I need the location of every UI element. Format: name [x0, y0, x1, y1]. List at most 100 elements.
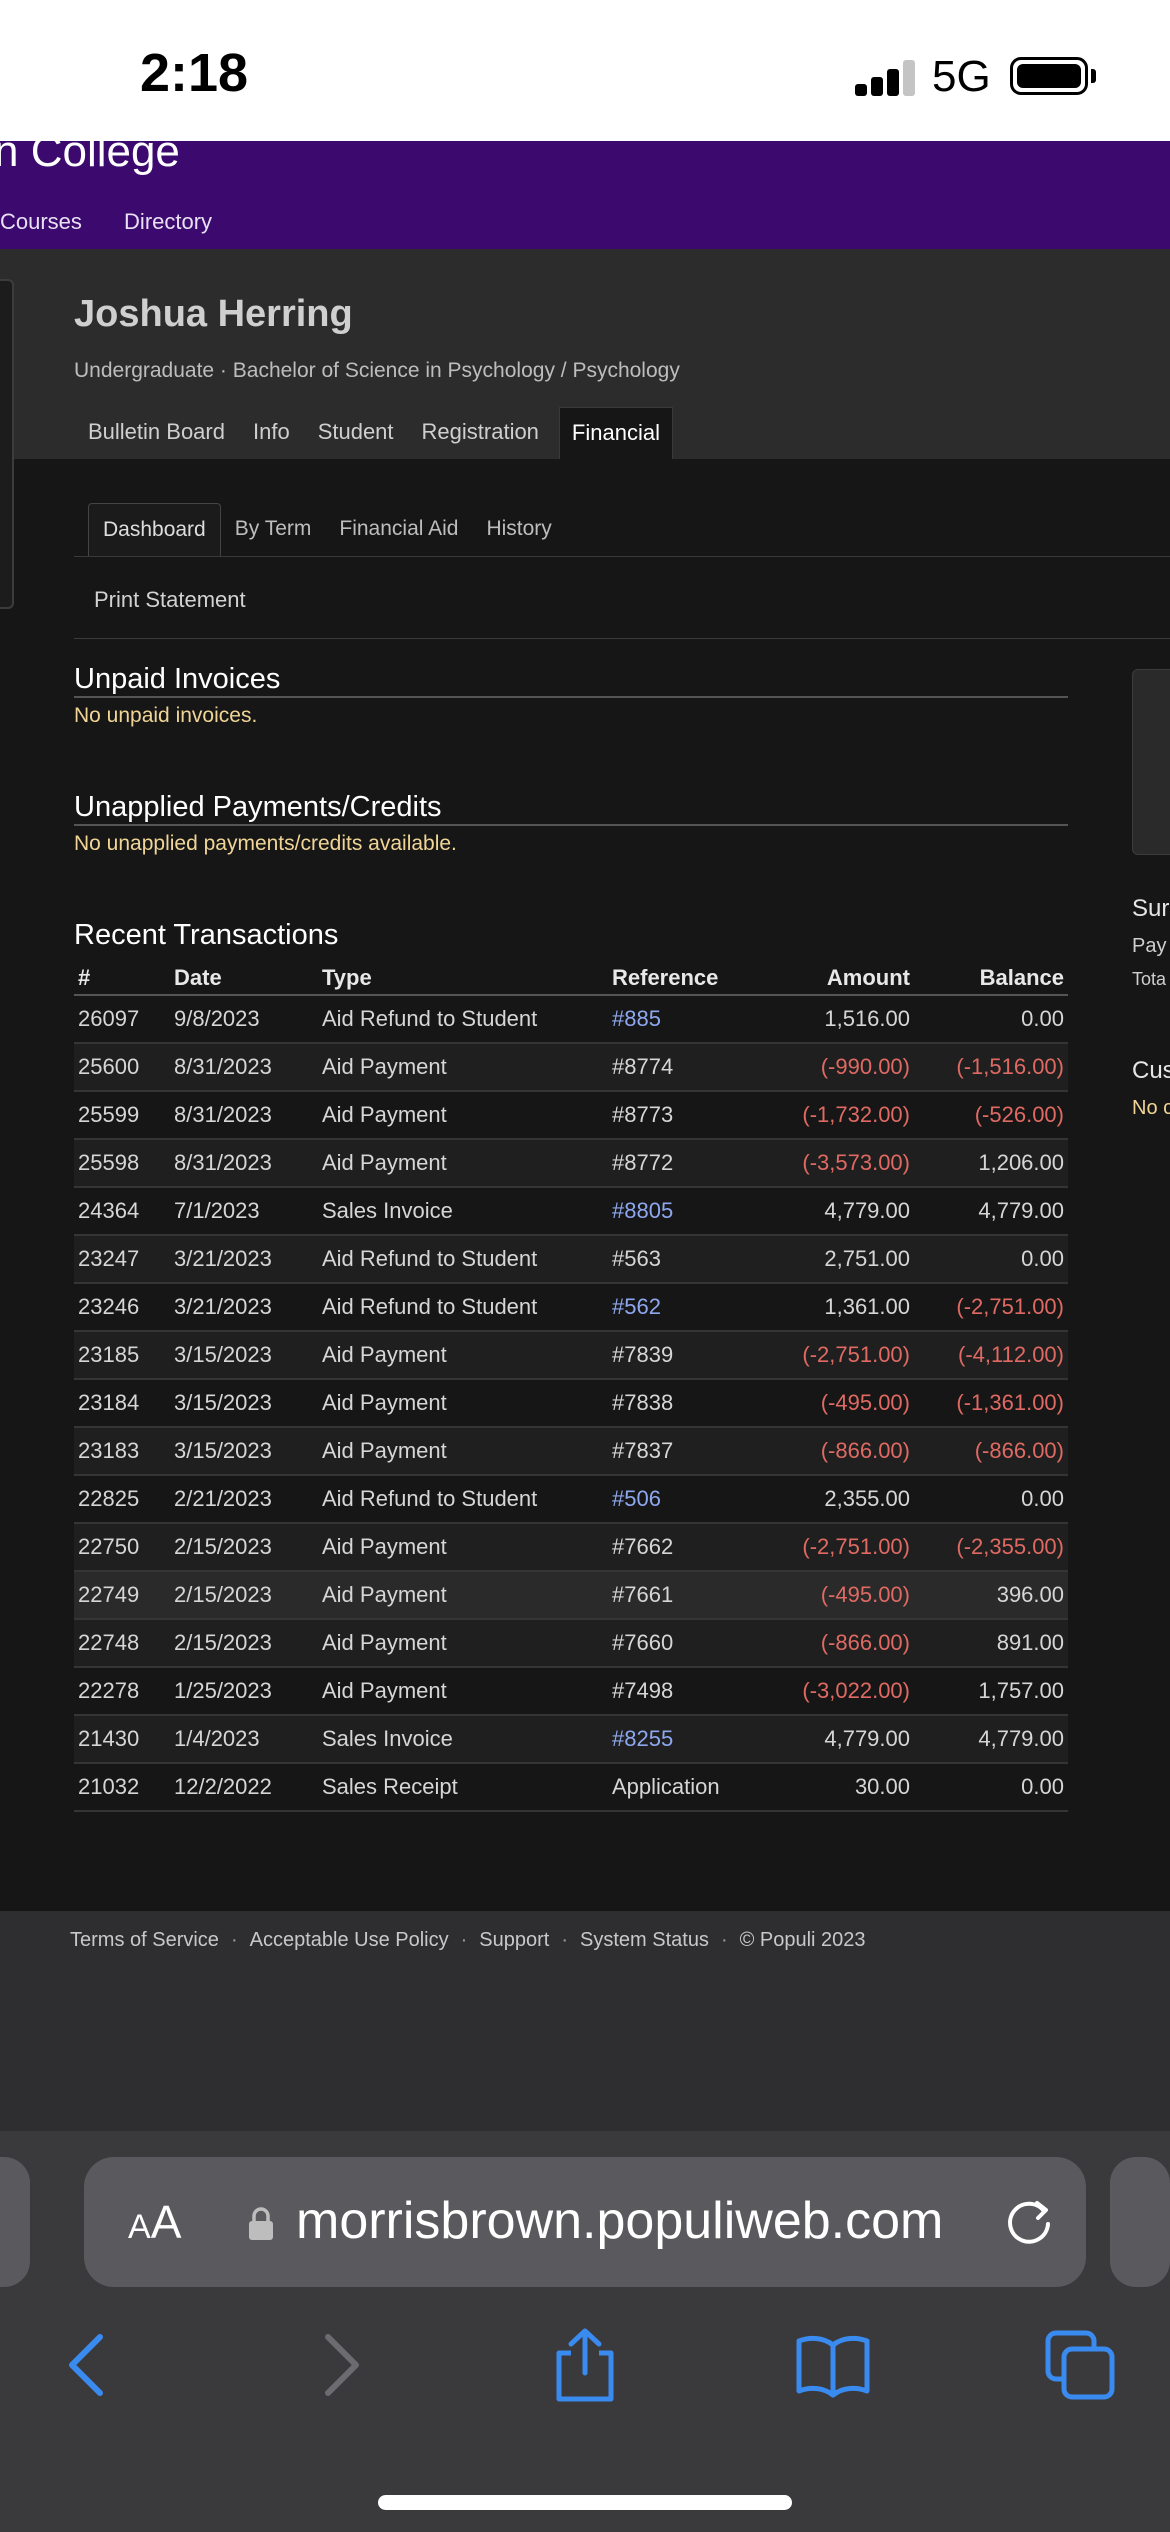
url-text[interactable]: morrisbrown.populiweb.com — [296, 2191, 943, 2251]
browser-toolbar: AA morrisbrown.populiweb.com — [0, 2131, 1170, 2532]
reader-settings-button[interactable]: AA — [128, 2195, 181, 2249]
next-tab-peek[interactable] — [1110, 2157, 1170, 2287]
cell-reference[interactable]: #8805 — [608, 1187, 758, 1236]
cell-number: 25598 — [74, 1139, 170, 1188]
cell-date: 3/15/2023 — [170, 1379, 318, 1428]
summary-total-label: Tota — [1132, 969, 1167, 989]
subtab-dashboard[interactable]: Dashboard — [88, 503, 221, 557]
cell-reference[interactable]: #885 — [608, 995, 758, 1044]
cell-date: 3/15/2023 — [170, 1427, 318, 1476]
cell-type: Aid Payment — [318, 1667, 608, 1716]
print-statement-link[interactable]: Print Statement — [94, 587, 246, 613]
cell-type: Aid Payment — [318, 1331, 608, 1380]
customer-empty: No c — [1132, 1097, 1170, 1119]
site-footer: Terms of Service · Acceptable Use Policy · S… — [0, 1911, 1170, 2131]
tab-student[interactable]: Student — [304, 407, 408, 459]
footer-support-link[interactable]: Support — [479, 1929, 549, 1951]
reload-icon[interactable] — [1000, 2193, 1058, 2251]
forward-icon[interactable] — [302, 2327, 378, 2403]
cell-amount: (-3,022.00) — [758, 1667, 914, 1716]
subtab-financial-aid[interactable]: Financial Aid — [325, 503, 472, 557]
cell-number: 24364 — [74, 1187, 170, 1236]
cell-type: Sales Invoice — [318, 1715, 608, 1764]
bookmarks-icon[interactable] — [795, 2327, 871, 2403]
table-row: 22749 2/15/2023 Aid Payment #7661 (-495.00) 3… — [74, 1571, 1068, 1620]
cell-number: 22278 — [74, 1667, 170, 1716]
table-row: 23183 3/15/2023 Aid Payment #7837 (-866.00)(… — [74, 1427, 1068, 1476]
previous-tab-peek[interactable] — [0, 2157, 30, 2287]
subtab-by-term[interactable]: By Term — [221, 503, 326, 557]
cell-date: 3/21/2023 — [170, 1235, 318, 1284]
financial-sub-tabs: Dashboard By Term Financial Aid History — [88, 503, 566, 557]
cell-reference: #8772 — [608, 1139, 758, 1188]
cell-type: Aid Refund to Student — [318, 1475, 608, 1524]
table-row: 22278 1/25/2023 Aid Payment #7498 (-3,022.00… — [74, 1667, 1068, 1716]
cell-type: Aid Payment — [318, 1523, 608, 1572]
cell-reference: Application — [608, 1763, 758, 1812]
cell-balance: 0.00 — [914, 1475, 1068, 1524]
cell-balance: 0.00 — [914, 995, 1068, 1044]
status-time: 2:18 — [140, 43, 249, 103]
cell-number: 23247 — [74, 1235, 170, 1284]
tab-financial[interactable]: Financial — [558, 407, 673, 459]
cell-type: Aid Payment — [318, 1379, 608, 1428]
lock-icon — [249, 2207, 273, 2240]
subtab-history[interactable]: History — [472, 503, 565, 557]
site-header: n College Courses Directory — [0, 127, 1170, 249]
cell-type: Aid Payment — [318, 1427, 608, 1476]
footer-status-link[interactable]: System Status — [580, 1929, 709, 1951]
cell-date: 8/31/2023 — [170, 1043, 318, 1092]
nav-directory[interactable]: Directory — [124, 209, 212, 234]
address-bar[interactable]: AA morrisbrown.populiweb.com — [84, 2157, 1086, 2287]
cell-number: 22749 — [74, 1571, 170, 1620]
customer-title: Cus — [1132, 1057, 1170, 1084]
table-row: 25600 8/31/2023 Aid Payment #8774 (-990.00)(… — [74, 1043, 1068, 1092]
nav-courses[interactable]: Courses — [0, 209, 82, 234]
cell-balance: 1,206.00 — [914, 1139, 1068, 1188]
unapplied-payments-empty: No unapplied payments/credits available. — [74, 832, 457, 855]
footer-terms-link[interactable]: Terms of Service — [70, 1929, 219, 1951]
cell-type: Aid Payment — [318, 1043, 608, 1092]
share-icon[interactable] — [547, 2327, 623, 2403]
tab-bulletin-board[interactable]: Bulletin Board — [74, 407, 239, 459]
cell-type: Sales Invoice — [318, 1187, 608, 1236]
col-type: Type — [318, 961, 608, 996]
home-indicator — [378, 2495, 792, 2510]
summary-pay-label: Pay — [1132, 935, 1167, 957]
cell-reference: #7837 — [608, 1427, 758, 1476]
profile-header: Joshua Herring Undergraduate · Bachelor … — [0, 249, 1170, 459]
cell-reference[interactable]: #562 — [608, 1283, 758, 1332]
profile-tabs: Bulletin Board Info Student Registration… — [74, 407, 673, 459]
col-amount: Amount — [758, 961, 914, 996]
college-name[interactable]: n College — [0, 127, 180, 177]
unpaid-invoices-title: Unpaid Invoices — [74, 662, 1068, 698]
cell-date: 2/15/2023 — [170, 1571, 318, 1620]
cell-reference[interactable]: #8255 — [608, 1715, 758, 1764]
cell-type: Aid Payment — [318, 1091, 608, 1140]
footer-aup-link[interactable]: Acceptable Use Policy — [250, 1929, 449, 1951]
cellular-signal-icon — [855, 58, 915, 96]
cell-reference: #563 — [608, 1235, 758, 1284]
tab-registration[interactable]: Registration — [408, 407, 553, 459]
col-balance: Balance — [914, 961, 1068, 996]
cell-number: 25599 — [74, 1091, 170, 1140]
back-icon[interactable] — [50, 2327, 126, 2403]
cell-reference[interactable]: #506 — [608, 1475, 758, 1524]
cell-date: 3/21/2023 — [170, 1283, 318, 1332]
cell-type: Aid Refund to Student — [318, 1235, 608, 1284]
tab-info[interactable]: Info — [239, 407, 304, 459]
tabs-icon[interactable] — [1042, 2327, 1118, 2403]
cell-type: Aid Refund to Student — [318, 1283, 608, 1332]
cell-type: Aid Payment — [318, 1619, 608, 1668]
col-reference: Reference — [608, 961, 758, 996]
table-row: 22750 2/15/2023 Aid Payment #7662 (-2,751.00… — [74, 1523, 1068, 1572]
cell-date: 8/31/2023 — [170, 1091, 318, 1140]
cell-number: 23183 — [74, 1427, 170, 1476]
cell-reference: #7661 — [608, 1571, 758, 1620]
cell-number: 23246 — [74, 1283, 170, 1332]
table-row: 24364 7/1/2023 Sales Invoice #8805 4,779.00 4… — [74, 1187, 1068, 1236]
cell-date: 2/21/2023 — [170, 1475, 318, 1524]
collapsed-side-panel[interactable] — [0, 279, 14, 609]
sub-tabs-divider — [74, 556, 1170, 557]
cell-date: 2/15/2023 — [170, 1523, 318, 1572]
